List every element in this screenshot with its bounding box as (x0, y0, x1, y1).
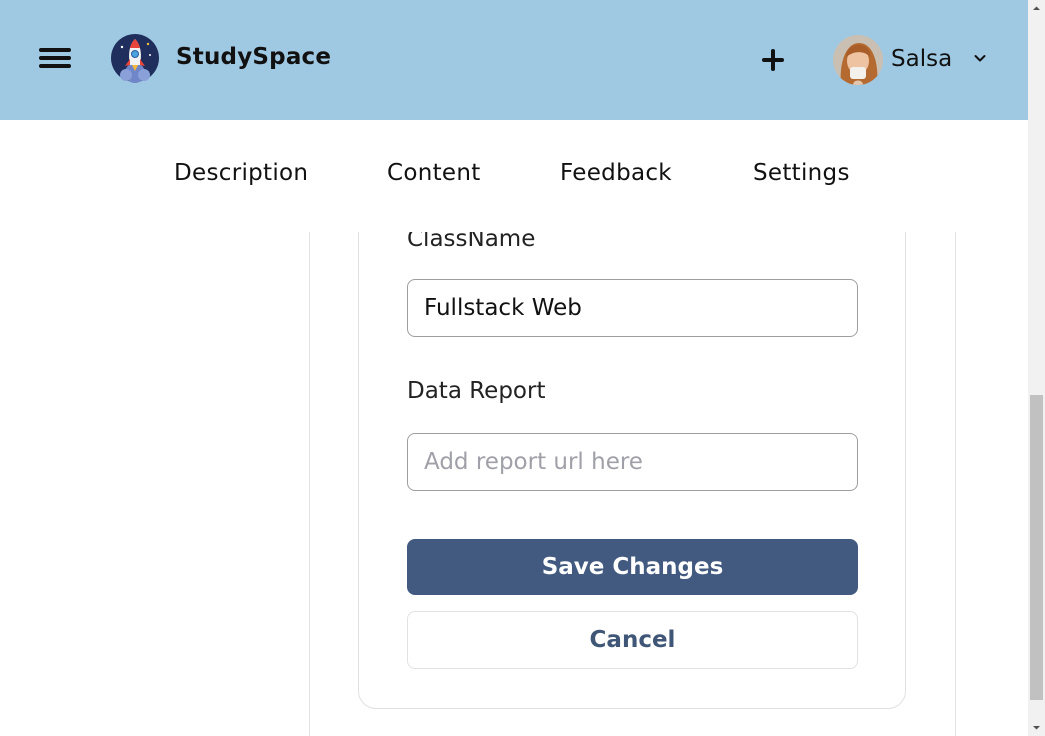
class-name-input[interactable] (407, 279, 858, 337)
settings-content: ClassName Data Report Save Changes Cance… (0, 232, 1028, 736)
rocket-logo-icon[interactable] (110, 33, 160, 83)
top-header: StudySpace Salsa (0, 0, 1028, 120)
save-changes-button[interactable]: Save Changes (407, 539, 858, 595)
panel-right-border (955, 232, 956, 736)
panel-left-border (309, 232, 310, 736)
data-report-input[interactable] (407, 433, 858, 491)
class-name-label: ClassName (407, 232, 536, 252)
tab-description[interactable]: Description (174, 160, 308, 186)
scrollbar-thumb[interactable] (1030, 395, 1043, 700)
user-name: Salsa (891, 46, 953, 72)
tab-content[interactable]: Content (387, 160, 481, 186)
scroll-down-arrow-icon[interactable] (1028, 719, 1045, 736)
hamburger-menu-icon[interactable] (39, 48, 71, 70)
data-report-label: Data Report (407, 378, 546, 404)
chevron-down-icon[interactable] (973, 51, 987, 65)
scroll-up-arrow-icon[interactable] (1028, 0, 1045, 17)
user-menu[interactable]: Salsa (833, 35, 998, 85)
brand-name: StudySpace (176, 44, 332, 70)
tab-bar: Description Content Feedback Settings (0, 120, 1028, 232)
avatar (833, 35, 883, 85)
cancel-button[interactable]: Cancel (407, 611, 858, 669)
tab-feedback[interactable]: Feedback (560, 160, 672, 186)
add-plus-icon[interactable] (757, 44, 789, 76)
vertical-scrollbar[interactable] (1028, 0, 1045, 736)
tab-settings[interactable]: Settings (753, 160, 850, 186)
